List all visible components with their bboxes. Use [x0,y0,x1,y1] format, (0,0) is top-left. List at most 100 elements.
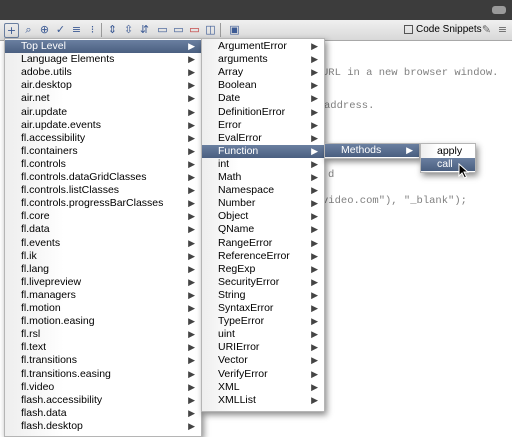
package-menu-item[interactable]: fl.ik ▶ [5,250,201,263]
class-menu-item[interactable]: TypeError ▶ [202,315,324,328]
auto-format-icon[interactable]: ≡ [70,23,83,36]
class-menu-item[interactable]: String ▶ [202,289,324,302]
class-menu-item[interactable]: ReferenceError ▶ [202,250,324,263]
package-menu-item[interactable]: flash.data ▶ [5,407,201,420]
class-menu-item-label: Function [218,144,259,157]
class-menu-item[interactable]: RegExp ▶ [202,263,324,276]
class-menu-item[interactable]: VerifyError ▶ [202,368,324,381]
class-menu-item[interactable]: XMLList ▶ [202,394,324,407]
class-menu-item[interactable]: QName ▶ [202,223,324,236]
package-menu-item[interactable]: fl.controls.listClasses ▶ [5,184,201,197]
collapse-between-icon[interactable]: ⇕ [106,23,119,36]
window-zoom-button[interactable] [492,6,506,14]
class-menu-item[interactable]: EvalError ▶ [202,132,324,145]
package-menu-item-label: fl.accessibility [21,131,86,144]
class-menu-item[interactable]: XML ▶ [202,381,324,394]
package-menu-item-label: fl.text [21,341,47,354]
class-menu-item[interactable]: DefinitionError ▶ [202,106,324,119]
wrench-icon[interactable]: ✎ [480,23,493,36]
package-menu-item[interactable]: fl.transitions ▶ [5,354,201,367]
show-hide-toolbox-icon[interactable]: ◫ [204,23,217,36]
collapse-selection-icon[interactable]: ⇳ [122,23,135,36]
package-menu-item[interactable]: fl.managers ▶ [5,289,201,302]
package-menu-item[interactable]: fl.rsl ▶ [5,328,201,341]
package-menu-item-label: fl.lang [21,262,50,275]
line-comment-icon[interactable]: ▭ [172,23,185,36]
class-menu-item[interactable]: Math ▶ [202,171,324,184]
package-menu-item[interactable]: air.update.events ▶ [5,119,201,132]
package-menu-item[interactable]: fl.controls.dataGridClasses ▶ [5,171,201,184]
class-menu-item-label: XMLList [218,393,256,406]
code-snippets-button[interactable]: Code Snippets [416,24,482,35]
package-menu-item[interactable]: fl.livepreview ▶ [5,276,201,289]
package-menu-item[interactable]: flash.accessibility ▶ [5,394,201,407]
check-syntax-icon[interactable]: ✓ [54,23,67,36]
package-menu-item[interactable]: fl.events ▶ [5,237,201,250]
package-menu-item[interactable]: air.net ▶ [5,92,201,105]
class-menu-item[interactable]: Vector ▶ [202,354,324,367]
class-menu-item-label: ReferenceError [218,249,290,262]
package-menu-item[interactable]: fl.lang ▶ [5,263,201,276]
package-menu-item[interactable]: air.desktop ▶ [5,79,201,92]
package-menu-item[interactable]: fl.transitions.easing ▶ [5,368,201,381]
package-menu-item-label: fl.controls.dataGridClasses [21,171,147,183]
class-menu-item[interactable]: Namespace ▶ [202,184,324,197]
block-comment-icon[interactable]: ▭ [156,23,169,36]
class-menu-item[interactable]: ArgumentError ▶ [202,40,324,53]
remove-comment-icon[interactable]: ▭ [188,23,201,36]
methods-submenu-item[interactable]: apply [421,145,475,158]
submenu-arrow-icon: ▶ [311,41,318,51]
package-menu-item[interactable]: fl.motion ▶ [5,302,201,315]
submenu-arrow-icon: ▶ [188,93,195,104]
class-menu-item[interactable]: Function ▶ [202,144,324,158]
submenu-arrow-icon: ▶ [311,355,318,366]
class-menu-item[interactable]: Array ▶ [202,66,324,79]
class-menu-item[interactable]: Object ▶ [202,210,324,223]
package-menu: Top Level ▶ Language Elements ▶ adobe.utils ▶… [4,38,202,437]
submenu-arrow-icon: ▶ [188,106,195,117]
package-menu-item[interactable]: fl.controls ▶ [5,158,201,171]
package-menu-item[interactable]: Language Elements ▶ [5,53,201,66]
package-menu-item[interactable]: fl.controls.progressBarClasses ▶ [5,197,201,210]
package-menu-item[interactable]: fl.data ▶ [5,223,201,236]
submenu-arrow-icon: ▶ [188,67,195,78]
class-menu-item[interactable]: int ▶ [202,158,324,171]
class-menu-item-label: Number [218,197,256,210]
code-hint-icon[interactable]: ⁝ [86,23,99,36]
package-menu-item[interactable]: fl.text ▶ [5,341,201,354]
submenu-arrow-icon: ▶ [188,289,195,300]
package-menu-item-label: fl.events [21,236,61,249]
package-menu-item-label: fl.livepreview [21,275,82,288]
target-icon[interactable]: ⊕ [38,23,51,36]
package-menu-item[interactable]: fl.motion.easing ▶ [5,315,201,328]
package-menu-item[interactable]: air.update ▶ [5,106,201,119]
class-menu-item[interactable]: Error ▶ [202,119,324,132]
class-menu-item[interactable]: URIError ▶ [202,341,324,354]
package-menu-item[interactable]: fl.core ▶ [5,210,201,223]
class-menu-item[interactable]: uint ▶ [202,328,324,341]
package-menu-item-label: fl.managers [21,288,76,301]
class-menu-item[interactable]: Boolean ▶ [202,79,324,92]
class-menu-item[interactable]: Date ▶ [202,92,324,105]
class-menu-item[interactable]: SecurityError ▶ [202,276,324,289]
package-menu-item[interactable]: fl.containers ▶ [5,145,201,158]
package-menu-item[interactable]: fl.accessibility ▶ [5,132,201,145]
submenu-arrow-icon: ▶ [406,145,413,155]
package-menu-item-label: flash.accessibility [21,393,103,406]
package-menu-item[interactable]: fl.video ▶ [5,381,201,394]
submenu-arrow-icon: ▶ [188,276,195,287]
function-submenu-item[interactable]: Methods ▶ [325,144,419,157]
class-menu-item[interactable]: Number ▶ [202,197,324,210]
package-menu-item[interactable]: adobe.utils ▶ [5,66,201,79]
submenu-arrow-icon: ▶ [188,368,195,379]
package-menu-item[interactable]: flash.desktop ▶ [5,420,201,433]
find-icon[interactable]: ⌕ [22,23,35,36]
code-assist-icon[interactable]: ▣ [228,23,241,36]
add-item-icon[interactable]: + [4,23,19,38]
panel-menu-icon[interactable]: ≡ [496,23,509,36]
package-menu-item[interactable]: Top Level ▶ [5,40,201,53]
expand-all-icon[interactable]: ⇵ [138,23,151,36]
class-menu-item[interactable]: arguments ▶ [202,53,324,66]
class-menu-item[interactable]: SyntaxError ▶ [202,302,324,315]
class-menu-item[interactable]: RangeError ▶ [202,237,324,250]
